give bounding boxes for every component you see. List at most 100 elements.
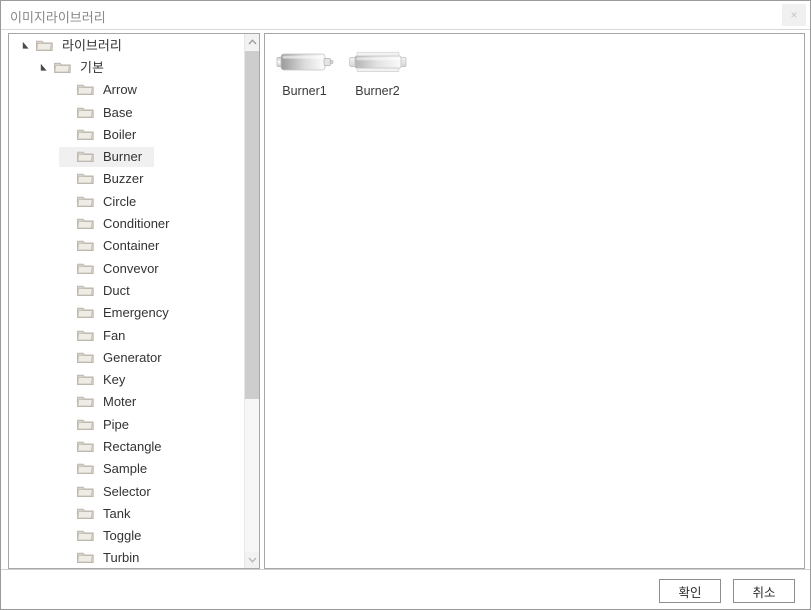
expand-triangle-icon[interactable] [18, 35, 34, 55]
tree-item-기본[interactable]: 기본 [9, 56, 244, 78]
folder-icon [75, 327, 95, 343]
tree-item-convevor[interactable]: Convevor [9, 257, 244, 279]
scroll-down-button[interactable] [245, 552, 259, 568]
tree-item-hit-area[interactable]: Sample [59, 459, 159, 479]
tree-item-hit-area[interactable]: Burner [59, 146, 155, 167]
tree-item-hit-area[interactable]: Boiler [59, 124, 148, 144]
tree-item-boiler[interactable]: Boiler [9, 123, 244, 145]
folder-icon [75, 193, 95, 209]
tree-item-hit-area[interactable]: 기본 [36, 57, 116, 77]
tree-item-buzzer[interactable]: Buzzer [9, 168, 244, 190]
tree-item-sample[interactable]: Sample [9, 458, 244, 480]
scroll-up-button[interactable] [245, 34, 259, 50]
folder-icon [76, 508, 94, 519]
close-button[interactable]: × [782, 4, 806, 26]
folder-icon [76, 530, 94, 542]
tree-item-moter[interactable]: Moter [9, 391, 244, 413]
tree-item-toggle[interactable]: Toggle [9, 525, 244, 547]
folder-icon [75, 82, 95, 98]
folder-icon [75, 438, 95, 454]
tree-item-hit-area[interactable]: Moter [59, 392, 148, 412]
burner-right-nozzle-icon [273, 40, 336, 84]
folder-icon [75, 126, 95, 142]
tree-item-fan[interactable]: Fan [9, 324, 244, 346]
tree-item-arrow[interactable]: Arrow [9, 79, 244, 101]
tree-item-label: Turbin [103, 550, 140, 566]
folder-icon [76, 285, 94, 296]
tree-item-hit-area[interactable]: Circle [59, 191, 148, 211]
folder-icon [76, 553, 94, 564]
expand-triangle-icon[interactable] [36, 57, 52, 77]
tree-item-hit-area[interactable]: Buzzer [59, 169, 155, 189]
tree-item-pipe[interactable]: Pipe [9, 413, 244, 435]
folder-icon [75, 394, 95, 410]
tree-item-duct[interactable]: Duct [9, 279, 244, 301]
tree-item-container[interactable]: Container [9, 235, 244, 257]
library-tree-panel: 라이브러리 기본 Arrow Base Boiler Burner Buzzer Circle… [8, 33, 260, 569]
tree-item-hit-area[interactable]: Tank [59, 503, 142, 523]
tree-item-라이브러리[interactable]: 라이브러리 [9, 34, 244, 56]
tree-item-label: Container [103, 238, 160, 254]
tree-item-label: Circle [103, 193, 137, 209]
thumbnail-label: Burner1 [282, 84, 327, 98]
ok-button[interactable]: 확인 [659, 579, 721, 603]
folder-icon [75, 305, 95, 321]
tree-item-tank[interactable]: Tank [9, 502, 244, 524]
folder-icon [76, 84, 94, 96]
dialog-footer: 확인 취소 [1, 569, 810, 609]
folder-icon [75, 416, 95, 432]
folder-icon [75, 505, 95, 521]
folder-icon [76, 486, 94, 497]
tree-item-rectangle[interactable]: Rectangle [9, 435, 244, 457]
folder-icon [75, 528, 95, 544]
tree-item-hit-area[interactable]: Conditioner [59, 214, 182, 234]
tree-item-hit-area[interactable]: Turbin [59, 548, 151, 568]
scrollbar-thumb[interactable] [245, 51, 259, 399]
folder-icon [75, 104, 95, 120]
tree-item-generator[interactable]: Generator [9, 346, 244, 368]
tree-item-label: Pipe [103, 416, 130, 432]
tree-item-label: Generator [103, 349, 162, 365]
tree-item-hit-area[interactable]: Pipe [59, 414, 141, 434]
folder-icon [76, 151, 94, 163]
folder-icon [76, 129, 94, 140]
tree-item-hit-area[interactable]: Duct [59, 280, 142, 300]
tree-item-hit-area[interactable]: Toggle [59, 526, 153, 546]
folder-icon [53, 62, 71, 73]
folder-icon [76, 218, 94, 230]
image-content-panel: Burner1 Burner2 [264, 33, 805, 569]
tree-item-hit-area[interactable]: Convevor [59, 258, 171, 278]
folder-icon [35, 40, 53, 51]
tree-item-circle[interactable]: Circle [9, 190, 244, 212]
tree-item-label: Emergency [103, 305, 169, 321]
thumbnail-item[interactable]: Burner2 [346, 40, 409, 99]
tree-item-selector[interactable]: Selector [9, 480, 244, 502]
tree-item-conditioner[interactable]: Conditioner [9, 212, 244, 234]
tree-item-label: Burner [103, 149, 143, 165]
tree-item-hit-area[interactable]: Selector [59, 481, 163, 501]
tree-item-hit-area[interactable]: 라이브러리 [18, 35, 134, 55]
tree-item-hit-area[interactable]: Arrow [59, 80, 149, 100]
tree-item-hit-area[interactable]: Base [59, 102, 145, 122]
library-tree-list[interactable]: 라이브러리 기본 Arrow Base Boiler Burner Buzzer Circle… [9, 34, 244, 568]
tree-item-hit-area[interactable]: Container [59, 236, 171, 256]
thumbnail-item[interactable]: Burner1 [273, 40, 336, 99]
folder-icon [76, 307, 94, 319]
tree-item-turbin[interactable]: Turbin [9, 547, 244, 568]
cancel-button[interactable]: 취소 [733, 579, 795, 603]
tree-item-hit-area[interactable]: Fan [59, 325, 137, 345]
tree-item-hit-area[interactable]: Emergency [59, 303, 181, 323]
tree-item-emergency[interactable]: Emergency [9, 302, 244, 324]
folder-icon [76, 397, 94, 408]
folder-icon [76, 241, 94, 252]
tree-item-hit-area[interactable]: Rectangle [59, 436, 174, 456]
folder-icon [75, 461, 95, 477]
tree-item-key[interactable]: Key [9, 368, 244, 390]
tree-item-hit-area[interactable]: Key [59, 370, 137, 390]
tree-item-hit-area[interactable]: Generator [59, 347, 174, 367]
tree-item-base[interactable]: Base [9, 101, 244, 123]
folder-icon [75, 171, 95, 187]
tree-item-label: Conditioner [103, 216, 170, 232]
tree-scrollbar[interactable] [244, 34, 259, 568]
tree-item-burner[interactable]: Burner [9, 145, 244, 167]
